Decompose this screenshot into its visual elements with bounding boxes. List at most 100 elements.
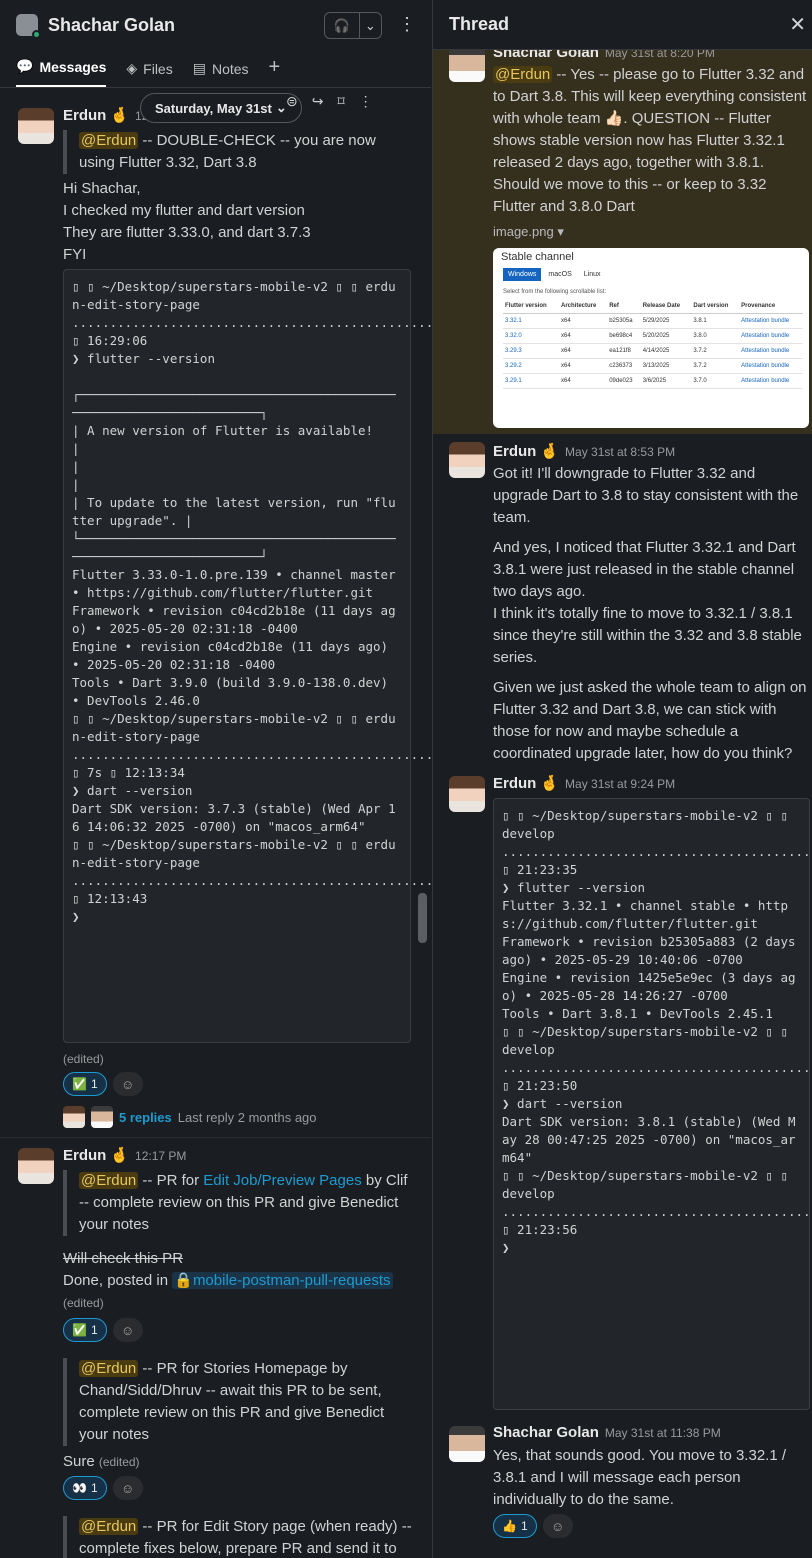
message-paragraph: I think it's totally fine to move to 3.3…: [493, 605, 802, 666]
caret-down-icon: ▾: [557, 224, 564, 239]
code-block: ▯ ▯ ~/Desktop/superstars-mobile-v2 ▯ ▯ e…: [63, 269, 431, 1043]
table-cell: 3.8.0: [691, 328, 740, 344]
sender-name[interactable]: Erdun: [63, 107, 106, 124]
replies-link[interactable]: 5 replies: [119, 1110, 172, 1125]
avatar: [63, 1106, 85, 1128]
reaction-thumbs-up[interactable]: 👍 1: [493, 1514, 537, 1538]
user-mention[interactable]: @Erdun: [79, 132, 139, 149]
sender-name[interactable]: Shachar Golan: [493, 1424, 599, 1441]
table-cell: 3.7.2: [691, 343, 740, 359]
table-cell: Attestation bundle: [739, 358, 803, 374]
conversation-title[interactable]: Shachar Golan: [48, 15, 175, 36]
add-reaction-icon[interactable]: ☺: [112, 1476, 143, 1500]
table-header-cell: Architecture: [558, 299, 608, 314]
checkmark-icon: ✅: [72, 1323, 87, 1337]
quoted-message: @Erdun -- PR for Edit Story page (when r…: [63, 1516, 413, 1558]
timestamp[interactable]: May 31st at 11:38 PM: [605, 1426, 721, 1440]
table-cell: 3.32.1: [503, 313, 559, 329]
code-block: ▯ ▯ ~/Desktop/superstars-mobile-v2 ▯ ▯ d…: [493, 798, 812, 1410]
thread-pane: Thread ✕ Shachar Golan May 31st at 8:20 …: [432, 0, 812, 1558]
timestamp[interactable]: May 31st at 8:53 PM: [565, 445, 675, 459]
avatar[interactable]: [16, 14, 41, 39]
add-reaction-icon[interactable]: ☺: [542, 1514, 573, 1538]
attached-image[interactable]: Stable channel Windows macOS Linux Selec…: [493, 248, 809, 428]
thread-replies-bar[interactable]: 5 replies Last reply 2 months ago: [63, 1106, 317, 1128]
date-divider-pill[interactable]: Saturday, May 31st ⌄: [140, 93, 302, 123]
avatar[interactable]: [449, 1426, 485, 1462]
more-actions-icon[interactable]: ⋮: [359, 93, 373, 115]
timestamp[interactable]: May 31st at 9:24 PM: [565, 777, 675, 791]
reaction-eyes[interactable]: 👀 1: [63, 1476, 107, 1500]
attachment-label[interactable]: image.png ▾: [493, 224, 564, 240]
table-cell: 3.29.1: [503, 373, 559, 389]
table-cell: 09de023: [607, 373, 641, 389]
tab-notes[interactable]: ▤ Notes: [193, 60, 249, 87]
reply-icon[interactable]: ⊜: [286, 93, 298, 115]
table-cell: 5/20/2025: [640, 328, 692, 344]
user-mention[interactable]: @Erdun: [493, 66, 553, 83]
scrollbar-thumb[interactable]: [418, 893, 427, 943]
edited-label: (edited): [63, 1052, 104, 1066]
message-body: @Erdun -- Yes -- please go to Flutter 3.…: [493, 66, 807, 215]
table-cell: 3/13/2025: [640, 358, 692, 374]
sender-name[interactable]: Erdun: [63, 1147, 106, 1164]
edited-label: (edited): [63, 1296, 104, 1310]
message-body: Yes, that sounds good. You move to 3.32.…: [493, 1447, 787, 1508]
avatar[interactable]: [449, 776, 485, 812]
avatar[interactable]: [18, 1148, 54, 1184]
conversation-pane: Shachar Golan 🎧 ⌄ ⋮ 💬 Messages ◈ Files ▤ No…: [0, 0, 431, 1558]
status-emoji: 🤞: [110, 107, 130, 124]
reaction-checkmark[interactable]: ✅ 1: [63, 1072, 107, 1096]
notes-icon: ▤: [192, 60, 206, 76]
user-mention[interactable]: @Erdun: [79, 1172, 139, 1189]
channel-link[interactable]: 🔒mobile-postman-pull-requests: [172, 1272, 393, 1289]
table-cell: 4/14/2025: [640, 343, 692, 359]
lock-icon: 🔒: [174, 1272, 193, 1289]
pr-link[interactable]: Edit Job/Preview Pages: [203, 1172, 361, 1189]
message-paragraph: Got it! I'll downgrade to Flutter 3.32 a…: [493, 465, 799, 526]
avatar[interactable]: [18, 108, 54, 144]
table-cell: x64: [558, 373, 608, 389]
message-body: Will check this PR Done, posted in 🔒mobi…: [63, 1248, 413, 1314]
bookmark-icon[interactable]: ⌑: [337, 93, 344, 115]
avatar[interactable]: [449, 442, 485, 478]
table-cell: Attestation bundle: [739, 343, 803, 359]
table-row: 3.32.0 x64 be698c4 5/20/2025 3.8.0 Attestatio…: [503, 328, 803, 344]
add-reaction-icon[interactable]: ☺: [112, 1318, 143, 1342]
table-row: 3.32.1 x64 b25305a 5/29/2025 3.8.1 Attestatio…: [503, 313, 803, 329]
avatar[interactable]: [449, 46, 485, 82]
table-header-cell: Provenance: [739, 299, 803, 314]
share-icon[interactable]: ↪: [312, 93, 324, 115]
close-icon[interactable]: ✕: [789, 12, 806, 37]
huddle-button[interactable]: 🎧 ⌄: [324, 12, 382, 39]
tab-files[interactable]: ◈ Files: [126, 60, 172, 87]
reactions-row: ✅ 1 ☺: [63, 1072, 143, 1096]
table-cell: 3.29.2: [503, 358, 559, 374]
more-options-icon[interactable]: ⋮: [398, 14, 416, 35]
table-header-cell: Dart version: [691, 299, 740, 314]
table-cell: x64: [558, 358, 608, 374]
sender-name[interactable]: Erdun: [493, 443, 536, 460]
table-header-cell: Release Date: [640, 299, 692, 314]
table-cell: 3.7.2: [691, 358, 740, 374]
headphones-icon[interactable]: 🎧: [325, 13, 360, 38]
add-reaction-icon[interactable]: ☺: [112, 1072, 143, 1096]
table-row: 3.29.1 x64 09de023 3/6/2025 3.7.0 Attestation…: [503, 373, 803, 389]
add-tab-icon[interactable]: +: [269, 56, 281, 87]
chevron-down-icon[interactable]: ⌄: [360, 13, 381, 38]
table-cell: 3.7.0: [691, 373, 740, 389]
sender-name[interactable]: Erdun: [493, 775, 536, 792]
table-cell: be698c4: [607, 328, 641, 344]
presence-indicator: [32, 30, 41, 39]
reaction-checkmark[interactable]: ✅ 1: [63, 1318, 107, 1342]
table-row: 3.29.3 x64 ea121f8 4/14/2025 3.7.2 Attestatio…: [503, 343, 803, 359]
user-mention[interactable]: @Erdun: [79, 1518, 139, 1535]
message-body: Hi Shachar, I checked my flutter and dar…: [63, 180, 311, 263]
conversation-tabs: 💬 Messages ◈ Files ▤ Notes +: [0, 50, 431, 88]
timestamp[interactable]: 12:17 PM: [135, 1149, 186, 1163]
table-cell: Attestation bundle: [739, 313, 803, 329]
status-emoji: 🤞: [540, 443, 560, 460]
tab-messages[interactable]: 💬 Messages: [16, 58, 107, 87]
table-cell: x64: [558, 313, 608, 329]
user-mention[interactable]: @Erdun: [79, 1360, 139, 1377]
